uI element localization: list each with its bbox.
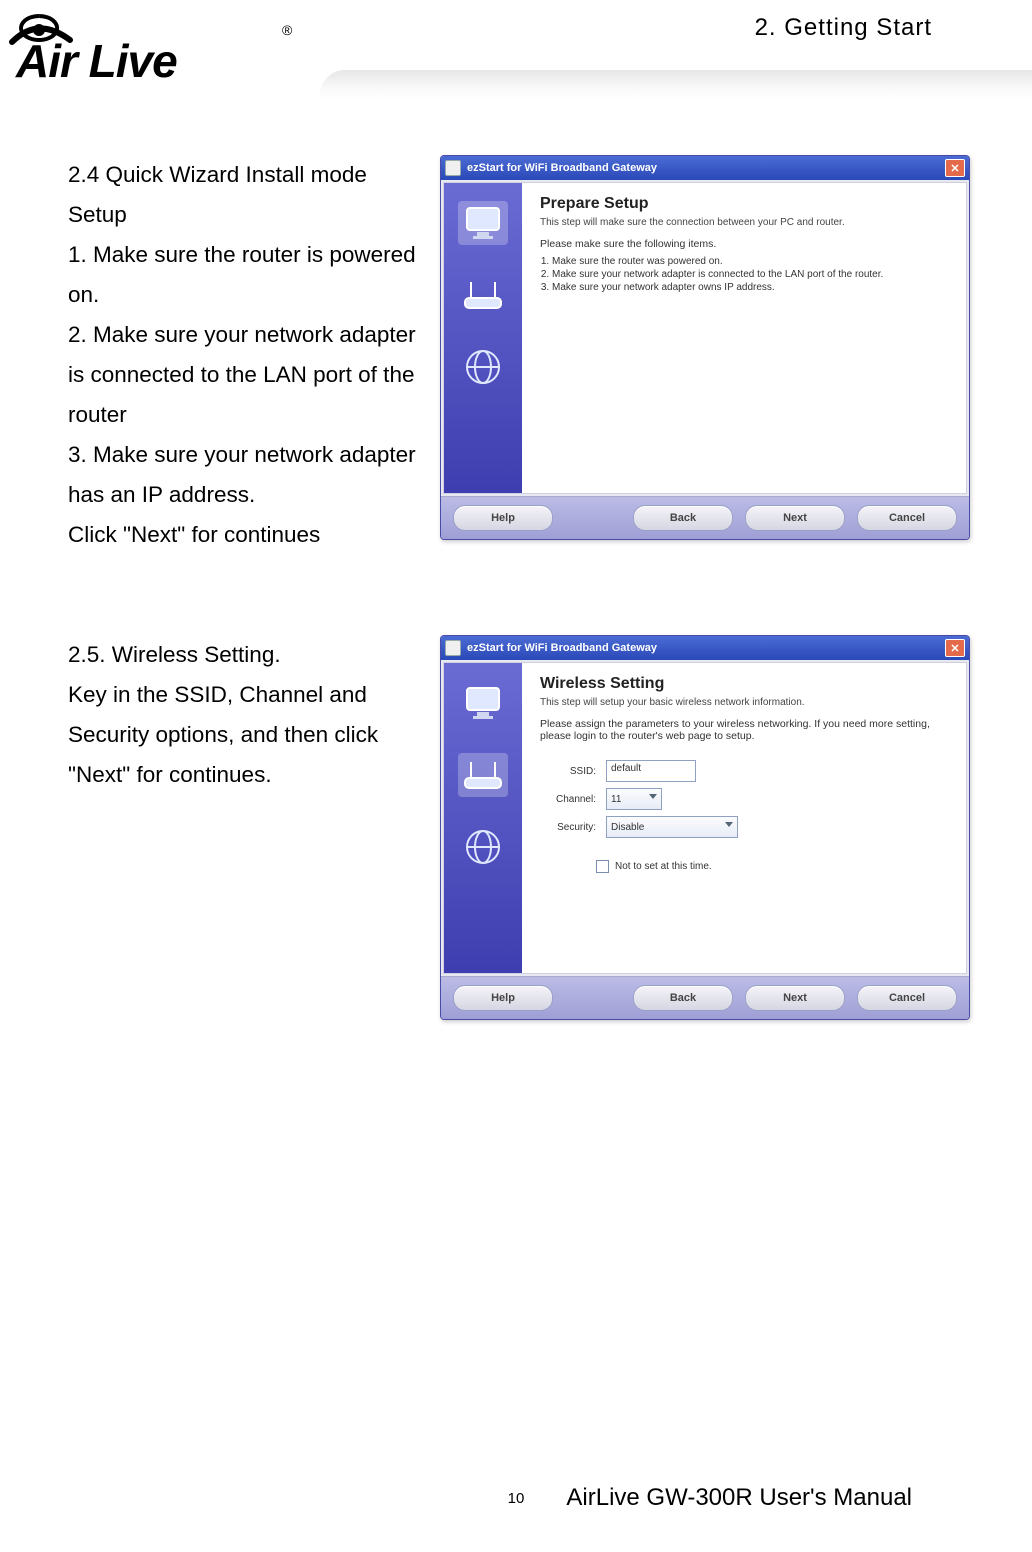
wizard-footer: Help Back Next Cancel — [441, 496, 969, 539]
wizard-sidebar — [444, 663, 522, 973]
section-2-4-step-3: 3. Make sure your network adapter has an… — [68, 435, 428, 515]
section-2-4: 2.4 Quick Wizard Install mode Setup 1. M… — [68, 155, 972, 555]
logo-registered-icon: ® — [282, 22, 292, 38]
skip-setting-label: Not to set at this time. — [615, 861, 712, 872]
chapter-title: 2. Getting Start — [755, 14, 932, 42]
page-footer: 10 AirLive GW-300R User's Manual — [0, 1484, 1032, 1512]
window-title: ezStart for WiFi Broadband Gateway — [467, 642, 657, 654]
sidebar-monitor-icon[interactable] — [458, 681, 508, 725]
section-2-4-heading: 2.4 Quick Wizard Install mode Setup — [68, 155, 428, 235]
back-button[interactable]: Back — [633, 505, 733, 531]
sidebar-router-icon[interactable] — [458, 753, 508, 797]
section-2-4-step-1: 1. Make sure the router is powered on. — [68, 235, 428, 315]
sidebar-monitor-icon[interactable] — [458, 201, 508, 245]
channel-label: Channel: — [540, 794, 596, 805]
ssid-row: SSID: default — [540, 760, 948, 782]
wizard-prepare-setup-window: ezStart for WiFi Broadband Gateway ✕ — [440, 155, 970, 540]
next-button[interactable]: Next — [745, 505, 845, 531]
cancel-button[interactable]: Cancel — [857, 505, 957, 531]
logo-text: Air Live — [16, 34, 177, 88]
wizard-step-title: Prepare Setup — [540, 195, 948, 213]
wizard-step-subtitle: This step will setup your basic wireless… — [540, 697, 948, 708]
section-2-5: 2.5. Wireless Setting. Key in the SSID, … — [68, 635, 972, 1020]
security-row: Security: Disable — [540, 816, 948, 838]
section-2-4-text: 2.4 Quick Wizard Install mode Setup 1. M… — [68, 155, 428, 555]
sidebar-router-icon[interactable] — [458, 273, 508, 317]
wizard-content: Wireless Setting This step will setup yo… — [522, 663, 966, 973]
wizard-instruction: Please make sure the following items. — [540, 238, 948, 250]
manual-name: AirLive GW-300R User's Manual — [566, 1484, 912, 1512]
page-header: Air Live ® 2. Getting Start — [0, 0, 1032, 120]
section-2-5-heading: 2.5. Wireless Setting. — [68, 635, 428, 675]
window-app-icon — [445, 640, 461, 656]
manual-page: Air Live ® 2. Getting Start 2.4 Quick Wi… — [0, 0, 1032, 1552]
wizard-instruction: Please assign the parameters to your wir… — [540, 718, 948, 742]
wizard-check-item-3: Make sure your network adapter owns IP a… — [552, 282, 948, 293]
wizard-footer: Help Back Next Cancel — [441, 976, 969, 1019]
close-icon[interactable]: ✕ — [945, 639, 965, 657]
ssid-input[interactable]: default — [606, 760, 696, 782]
help-button[interactable]: Help — [453, 505, 553, 531]
page-number: 10 — [508, 1490, 525, 1507]
wizard-sidebar — [444, 183, 522, 493]
wizard-step-subtitle: This step will make sure the connection … — [540, 217, 948, 228]
wizard-titlebar[interactable]: ezStart for WiFi Broadband Gateway ✕ — [441, 156, 969, 180]
header-divider — [320, 70, 1032, 100]
section-2-4-step-2: 2. Make sure your network adapter is con… — [68, 315, 428, 435]
window-app-icon — [445, 160, 461, 176]
security-select[interactable]: Disable — [606, 816, 738, 838]
ssid-label: SSID: — [540, 766, 596, 777]
wizard-titlebar[interactable]: ezStart for WiFi Broadband Gateway ✕ — [441, 636, 969, 660]
window-title: ezStart for WiFi Broadband Gateway — [467, 162, 657, 174]
airlive-logo: Air Live ® — [4, 4, 294, 104]
section-2-5-text: 2.5. Wireless Setting. Key in the SSID, … — [68, 635, 428, 795]
back-button[interactable]: Back — [633, 985, 733, 1011]
section-2-4-step-4: Click "Next" for continues — [68, 515, 428, 555]
help-button[interactable]: Help — [453, 985, 553, 1011]
wizard-wireless-setting-window: ezStart for WiFi Broadband Gateway ✕ — [440, 635, 970, 1020]
close-icon[interactable]: ✕ — [945, 159, 965, 177]
sidebar-globe-icon[interactable] — [458, 825, 508, 869]
skip-setting-checkbox[interactable] — [596, 860, 609, 873]
skip-setting-row: Not to set at this time. — [596, 860, 948, 873]
sidebar-globe-icon[interactable] — [458, 345, 508, 389]
security-label: Security: — [540, 822, 596, 833]
wizard-check-item-2: Make sure your network adapter is connec… — [552, 269, 948, 280]
next-button[interactable]: Next — [745, 985, 845, 1011]
wizard-content: Prepare Setup This step will make sure t… — [522, 183, 966, 493]
channel-row: Channel: 11 — [540, 788, 948, 810]
wizard-check-item-1: Make sure the router was powered on. — [552, 256, 948, 267]
cancel-button[interactable]: Cancel — [857, 985, 957, 1011]
section-2-5-body: Key in the SSID, Channel and Security op… — [68, 675, 428, 795]
wizard-step-title: Wireless Setting — [540, 675, 948, 693]
channel-select[interactable]: 11 — [606, 788, 662, 810]
